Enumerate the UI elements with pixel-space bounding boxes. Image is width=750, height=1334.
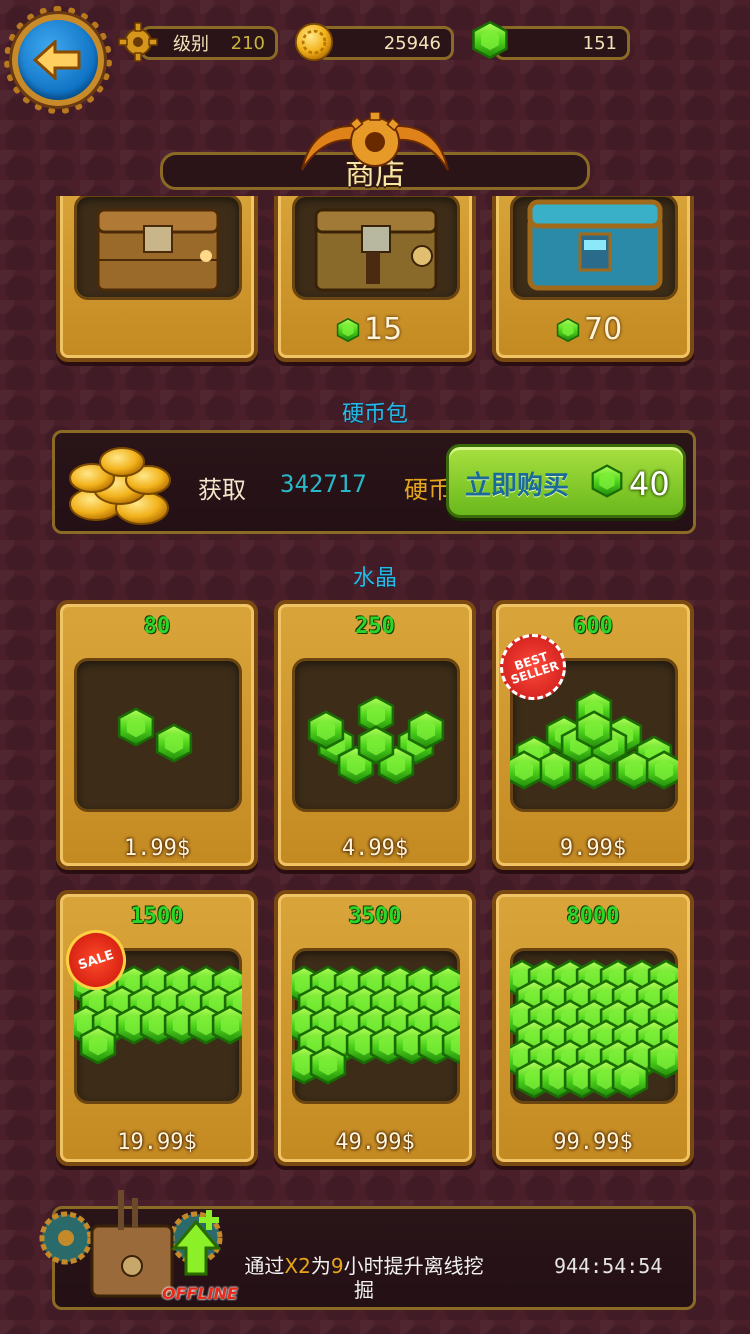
gem-balance-value: 151	[582, 32, 617, 54]
level-display: 级别 210	[140, 26, 278, 60]
coin-balance: 25946	[316, 26, 454, 60]
chest-card[interactable]: 15	[274, 196, 476, 362]
gem-pile-icon	[510, 959, 678, 1099]
coin-icon	[294, 22, 334, 62]
iron-chest-icon	[314, 208, 438, 292]
crystal-price: 19.99$	[117, 1130, 197, 1155]
chest-price: 15	[364, 312, 403, 347]
upgrade-arrow-icon	[170, 1210, 222, 1276]
chest-gem-icon	[556, 317, 580, 343]
chest-card[interactable]: 70	[492, 196, 694, 362]
crystal-amount: 80	[143, 614, 171, 639]
coin-pack-unit: 硬币	[404, 476, 452, 504]
crystal-amount: 3500	[348, 904, 402, 929]
gem-pile-icon	[307, 695, 445, 785]
offline-multiplier: X2	[284, 1254, 311, 1278]
buy-now-label: 立即购买	[465, 471, 570, 501]
chest-list: 15 70	[0, 196, 750, 376]
chest-card[interactable]	[56, 196, 258, 362]
level-label: 级别	[173, 34, 209, 55]
offline-text-suffix: 小时提升离线挖掘	[343, 1254, 484, 1302]
coin-pack-get-label: 获取	[198, 476, 246, 504]
offline-text-prefix: 通过	[244, 1254, 285, 1278]
crystal-card[interactable]: 80 1.99$	[56, 600, 258, 870]
offline-badge: OFFLINE	[162, 1284, 238, 1303]
gear-icon	[118, 22, 158, 62]
crystal-price: 9.99$	[559, 836, 627, 861]
crystal-section-title: 水晶	[352, 566, 397, 591]
back-button[interactable]	[4, 6, 112, 114]
buy-gem-icon	[591, 464, 623, 498]
chest-gem-icon	[336, 317, 360, 343]
level-value: 210	[230, 32, 265, 54]
buy-cost: 40	[629, 465, 670, 503]
crystal-amount: 8000	[566, 904, 620, 929]
tech-chest-icon	[527, 199, 663, 291]
crystal-card[interactable]: 250 4.99$	[274, 600, 476, 870]
coin-pile-icon	[69, 447, 171, 525]
coin-balance-value: 25946	[383, 32, 441, 54]
offline-text-mid: 为	[310, 1254, 331, 1278]
gem-pile-icon	[117, 707, 193, 763]
crystal-price: 99.99$	[553, 1130, 633, 1155]
crystal-card[interactable]: 3500 49.99$	[274, 890, 476, 1166]
crystal-card[interactable]: 600 9.99$ BEST SELLER	[491, 600, 694, 870]
crystal-card[interactable]: 8000 99.99$	[492, 890, 694, 1166]
gem-icon	[470, 20, 510, 60]
crystal-price: 4.99$	[341, 836, 409, 861]
crystal-price: 1.99$	[123, 836, 191, 861]
offline-timer: 944:54:54	[554, 1254, 663, 1278]
chest-price: 70	[584, 312, 623, 347]
crystal-amount: 1500	[130, 904, 184, 929]
crystal-amount: 250	[355, 614, 395, 639]
coin-pack-amount: 342717	[280, 470, 367, 498]
crystal-price: 49.99$	[335, 1130, 415, 1155]
coin-pack-section-title: 硬币包	[341, 402, 408, 427]
back-arrow-icon	[33, 40, 81, 80]
wooden-chest-icon	[96, 208, 220, 292]
gem-pile-icon	[292, 965, 460, 1085]
crystal-card[interactable]: 1500 19.99$ SALE	[56, 890, 258, 1166]
offline-boost-text: 通过X2为9小时提升离线挖掘	[244, 1254, 484, 1302]
gem-balance: 151	[494, 26, 630, 60]
offline-hours: 9	[330, 1254, 344, 1278]
buy-now-button[interactable]: 立即购买 40	[446, 444, 686, 518]
header-crest-icon	[301, 112, 449, 171]
